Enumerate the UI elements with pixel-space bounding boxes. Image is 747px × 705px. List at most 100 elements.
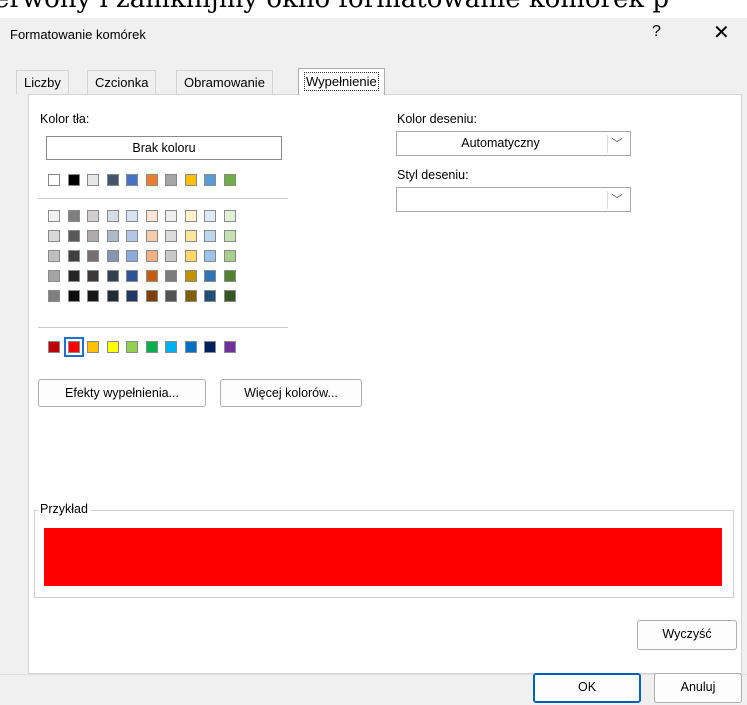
color-swatch[interactable] [165, 210, 177, 222]
color-swatch[interactable] [48, 230, 60, 242]
color-swatch[interactable] [67, 230, 80, 242]
color-swatch[interactable] [48, 270, 60, 282]
standard-color-swatch[interactable] [165, 341, 177, 353]
tab-fill[interactable]: Wypełnienie [298, 68, 385, 95]
color-swatch[interactable] [48, 174, 60, 186]
color-swatch[interactable] [106, 174, 119, 186]
color-swatch[interactable] [87, 174, 99, 186]
color-swatch[interactable] [145, 230, 158, 242]
color-swatch[interactable] [204, 230, 216, 242]
pattern-style-label: Styl deseniu: [397, 168, 469, 182]
color-swatch[interactable] [165, 250, 177, 262]
pattern-style-dropdown[interactable]: ﹀ [396, 187, 631, 212]
palette-separator [38, 198, 288, 199]
color-swatch[interactable] [223, 290, 236, 302]
tab-label: Liczby [24, 75, 61, 90]
color-swatch[interactable] [204, 174, 216, 186]
color-swatch[interactable] [67, 174, 80, 186]
color-swatch[interactable] [87, 230, 99, 242]
color-swatch[interactable] [106, 210, 119, 222]
tab-label: Wypełnienie [304, 72, 379, 91]
color-swatch[interactable] [145, 174, 158, 186]
clear-button[interactable]: Wyczyść [637, 620, 737, 650]
color-swatch[interactable] [165, 174, 177, 186]
color-swatch[interactable] [165, 270, 177, 282]
color-swatch[interactable] [106, 290, 119, 302]
color-swatch[interactable] [184, 250, 197, 262]
color-swatch[interactable] [184, 270, 197, 282]
color-swatch[interactable] [87, 270, 99, 282]
palette-separator [38, 327, 288, 328]
color-swatch[interactable] [126, 174, 138, 186]
ok-button[interactable]: OK [533, 673, 641, 703]
color-swatch[interactable] [184, 290, 197, 302]
color-swatch[interactable] [87, 210, 99, 222]
color-swatch[interactable] [204, 210, 216, 222]
no-color-button[interactable]: Brak koloru [46, 136, 282, 160]
color-swatch[interactable] [145, 270, 158, 282]
standard-color-swatch[interactable] [106, 341, 119, 353]
color-swatch[interactable] [223, 210, 236, 222]
sample-label: Przykład [38, 502, 90, 516]
color-swatch[interactable] [48, 250, 60, 262]
color-swatch[interactable] [145, 250, 158, 262]
standard-color-swatch[interactable] [145, 341, 158, 353]
color-swatch[interactable] [67, 250, 80, 262]
color-swatch[interactable] [87, 250, 99, 262]
background-color-label: Kolor tła: [40, 112, 90, 126]
color-swatch[interactable] [204, 290, 216, 302]
pattern-color-value: Automatyczny [461, 136, 540, 150]
tab-number[interactable]: Liczby [16, 70, 69, 94]
color-swatch[interactable] [106, 250, 119, 262]
standard-color-swatch[interactable] [48, 341, 60, 353]
chevron-down-icon: ﹀ [607, 135, 626, 153]
color-swatch[interactable] [223, 250, 236, 262]
standard-color-swatch[interactable] [63, 337, 84, 357]
color-swatch[interactable] [67, 270, 80, 282]
standard-color-swatch[interactable] [184, 341, 197, 353]
format-cells-dialog: Formatowanie komórek ? ✕ Liczby Czcionka… [0, 18, 747, 705]
color-swatch[interactable] [204, 270, 216, 282]
tab-font[interactable]: Czcionka [87, 70, 157, 94]
color-swatch[interactable] [106, 270, 119, 282]
color-swatch[interactable] [223, 174, 236, 186]
pattern-color-dropdown[interactable]: Automatyczny ﹀ [396, 131, 631, 156]
color-swatch[interactable] [223, 230, 236, 242]
more-colors-button[interactable]: Więcej kolorów... [220, 379, 362, 407]
color-swatch[interactable] [184, 230, 197, 242]
pattern-color-label: Kolor deseniu: [397, 112, 477, 126]
color-swatch[interactable] [184, 174, 197, 186]
pattern-style-value [397, 188, 604, 211]
color-swatch[interactable] [165, 290, 177, 302]
color-swatch[interactable] [126, 230, 138, 242]
color-swatch[interactable] [204, 250, 216, 262]
cancel-button[interactable]: Anuluj [654, 673, 742, 703]
standard-color-swatch[interactable] [126, 341, 138, 353]
sample-preview [44, 528, 722, 586]
help-icon[interactable]: ? [652, 23, 661, 41]
close-icon[interactable]: ✕ [713, 20, 730, 45]
color-swatch[interactable] [48, 210, 60, 222]
standard-color-swatch[interactable] [204, 341, 216, 353]
chevron-down-icon: ﹀ [607, 191, 626, 209]
standard-color-swatch[interactable] [223, 341, 236, 353]
color-swatch[interactable] [126, 270, 138, 282]
color-swatch[interactable] [223, 270, 236, 282]
color-swatch[interactable] [145, 210, 158, 222]
color-swatch[interactable] [126, 290, 138, 302]
color-swatch[interactable] [126, 250, 138, 262]
background-document-text: erwony i zamknijmy okno formatowanie kom… [0, 0, 669, 14]
color-swatch[interactable] [165, 230, 177, 242]
color-swatch[interactable] [106, 230, 119, 242]
standard-color-swatch[interactable] [87, 341, 99, 353]
color-swatch[interactable] [67, 290, 80, 302]
color-swatch[interactable] [67, 210, 80, 222]
color-swatch[interactable] [126, 210, 138, 222]
color-swatch[interactable] [87, 290, 99, 302]
tab-border[interactable]: Obramowanie [176, 70, 273, 94]
tab-label: Czcionka [95, 75, 149, 90]
color-swatch[interactable] [48, 290, 60, 302]
fill-effects-button[interactable]: Efekty wypełnienia... [38, 379, 206, 407]
color-swatch[interactable] [145, 290, 158, 302]
color-swatch[interactable] [184, 210, 197, 222]
